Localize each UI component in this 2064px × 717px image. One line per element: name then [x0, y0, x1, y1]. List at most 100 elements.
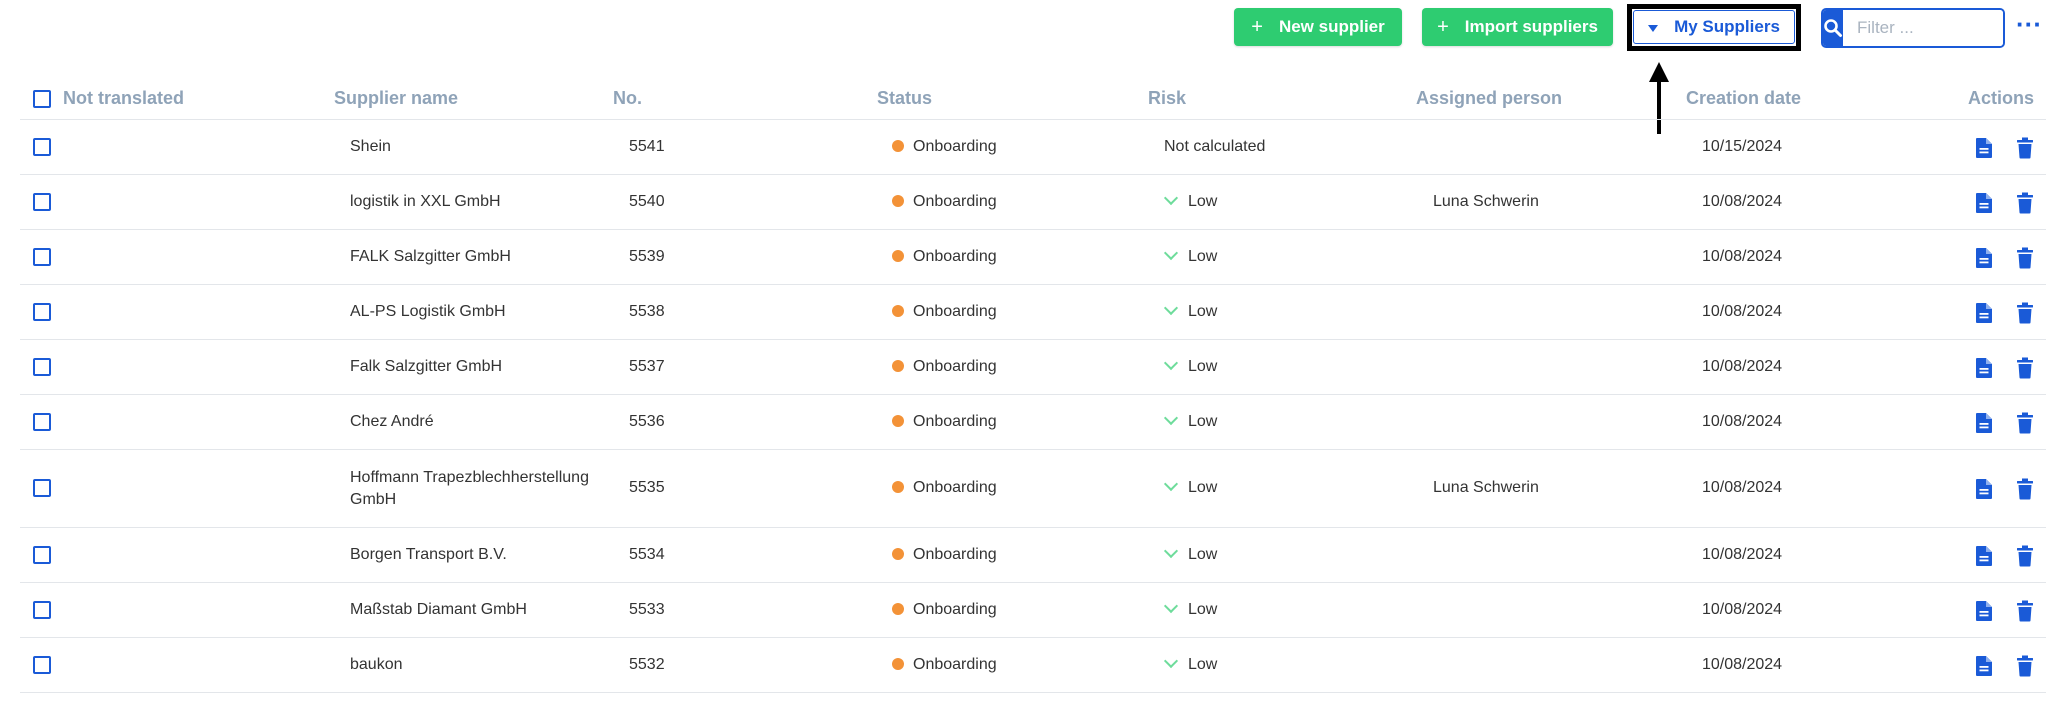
supplier-name-cell[interactable]: FALK Salzgitter GmbH — [350, 248, 511, 266]
header-status[interactable]: Status — [877, 88, 932, 109]
document-icon[interactable] — [1975, 302, 1993, 329]
filter-input[interactable] — [1843, 10, 2003, 46]
supplier-name-cell[interactable]: Borgen Transport B.V. — [350, 546, 507, 564]
supplier-name-cell[interactable]: logistik in XXL GmbH — [350, 193, 501, 211]
document-icon[interactable] — [1975, 478, 1993, 505]
status-label: Onboarding — [913, 600, 997, 618]
row-checkbox[interactable] — [33, 192, 51, 211]
header-assigned-person[interactable]: Assigned person — [1416, 88, 1562, 109]
document-icon[interactable] — [1975, 412, 1993, 439]
trash-icon[interactable] — [2016, 192, 2034, 219]
creation-date-cell: 10/08/2024 — [1702, 479, 1783, 496]
status-dot-icon — [892, 481, 904, 493]
document-icon[interactable] — [1975, 357, 1993, 384]
document-icon[interactable] — [1975, 600, 1993, 627]
trash-icon[interactable] — [2016, 478, 2034, 505]
risk-cell: Low — [1163, 355, 1218, 376]
supplier-number-cell: 5535 — [629, 479, 665, 496]
header-supplier-name[interactable]: Supplier name — [334, 88, 458, 109]
risk-label: Low — [1188, 192, 1218, 210]
table-row[interactable]: logistik in XXL GmbH 5540 Onboarding Low Lun… — [20, 175, 2046, 230]
creation-date-cell: 10/08/2024 — [1702, 247, 1783, 265]
table-body: Shein 5541 Onboarding Not calculated 10/15/2… — [20, 120, 2046, 693]
supplier-number-cell: 5532 — [629, 655, 665, 673]
table-row[interactable]: FALK Salzgitter GmbH 5539 Onboarding Low 10/… — [20, 230, 2046, 285]
supplier-name-cell[interactable]: Chez André — [350, 413, 434, 431]
chevron-down-icon — [1163, 653, 1179, 668]
table-row[interactable]: Borgen Transport B.V. 5534 Onboarding Low 10… — [20, 528, 2046, 583]
trash-icon[interactable] — [2016, 137, 2034, 164]
status-label: Onboarding — [913, 357, 997, 375]
risk-cell: Low — [1163, 410, 1217, 431]
table-row[interactable]: Chez André 5536 Onboarding Low 10/08/2024 — [20, 395, 2046, 450]
select-all-checkbox[interactable] — [33, 90, 51, 108]
supplier-number-cell: 5538 — [629, 302, 665, 320]
my-suppliers-filter-button[interactable]: My Suppliers — [1633, 10, 1795, 44]
table-row[interactable]: AL-PS Logistik GmbH 5538 Onboarding Low 10/0… — [20, 285, 2046, 340]
status-cell: Onboarding — [892, 303, 997, 321]
trash-icon[interactable] — [2016, 600, 2034, 627]
supplier-name-cell[interactable]: baukon — [350, 656, 403, 674]
table-header: Not translated Supplier name No. Status … — [20, 78, 2046, 120]
risk-label: Low — [1188, 357, 1218, 375]
status-dot-icon — [892, 139, 904, 152]
status-cell: Onboarding — [892, 601, 997, 619]
row-checkbox[interactable] — [33, 545, 51, 564]
table-row[interactable]: Shein 5541 Onboarding Not calculated 10/15/2… — [20, 120, 2046, 175]
more-options-icon[interactable]: ··· — [2016, 11, 2042, 37]
table-row[interactable]: Falk Salzgitter GmbH 5537 Onboarding Low 10/… — [20, 340, 2046, 395]
table-row[interactable]: Hoffmann Trapezblechherstellung GmbH 5535… — [20, 450, 2046, 528]
search-button[interactable] — [1823, 10, 1843, 46]
document-icon[interactable] — [1975, 655, 1993, 682]
row-checkbox[interactable] — [33, 357, 51, 376]
header-creation-date[interactable]: Creation date — [1686, 88, 1801, 109]
trash-icon[interactable] — [2016, 412, 2034, 439]
suppliers-table: Not translated Supplier name No. Status … — [20, 78, 2046, 693]
status-label: Onboarding — [913, 655, 997, 673]
header-no[interactable]: No. — [613, 88, 642, 109]
status-dot-icon — [892, 249, 904, 262]
creation-date-cell: 10/08/2024 — [1702, 545, 1783, 563]
header-risk[interactable]: Risk — [1148, 88, 1186, 109]
supplier-name-cell[interactable]: Shein — [350, 138, 391, 156]
risk-label: Low — [1188, 247, 1218, 265]
supplier-name-cell[interactable]: AL-PS Logistik GmbH — [350, 303, 506, 321]
assigned-person-cell: Luna Schwerin — [1433, 479, 1539, 496]
new-supplier-button[interactable]: + New supplier — [1234, 8, 1402, 46]
row-checkbox[interactable] — [33, 137, 51, 156]
trash-icon[interactable] — [2016, 545, 2034, 572]
document-icon[interactable] — [1975, 247, 1993, 274]
table-row[interactable]: Maßstab Diamant GmbH 5533 Onboarding Low 10/… — [20, 583, 2046, 638]
risk-label: Low — [1188, 479, 1218, 496]
supplier-name-cell[interactable]: Hoffmann Trapezblechherstellung GmbH — [350, 467, 610, 511]
status-label: Onboarding — [913, 137, 997, 155]
table-row[interactable]: baukon 5532 Onboarding Low 10/08/2024 — [20, 638, 2046, 693]
import-suppliers-button[interactable]: + Import suppliers — [1422, 8, 1613, 46]
supplier-name-cell[interactable]: Falk Salzgitter GmbH — [350, 358, 502, 376]
trash-icon[interactable] — [2016, 247, 2034, 274]
row-checkbox[interactable] — [33, 247, 51, 266]
trash-icon[interactable] — [2016, 357, 2034, 384]
document-icon[interactable] — [1975, 137, 1993, 164]
creation-date-cell: 10/08/2024 — [1702, 192, 1783, 210]
row-checkbox[interactable] — [33, 479, 51, 497]
plus-icon: + — [1251, 15, 1263, 38]
status-label: Onboarding — [913, 545, 997, 563]
status-cell: Onboarding — [892, 413, 997, 431]
trash-icon[interactable] — [2016, 302, 2034, 329]
chevron-down-icon — [1163, 410, 1179, 425]
creation-date-cell: 10/08/2024 — [1702, 302, 1783, 320]
risk-cell: Low — [1163, 653, 1217, 674]
row-checkbox[interactable] — [33, 412, 51, 431]
status-cell: Onboarding — [892, 193, 997, 211]
trash-icon[interactable] — [2016, 655, 2034, 682]
row-checkbox[interactable] — [33, 302, 51, 321]
row-checkbox[interactable] — [33, 600, 51, 619]
document-icon[interactable] — [1975, 545, 1993, 572]
supplier-name-cell[interactable]: Maßstab Diamant GmbH — [350, 601, 527, 619]
plus-icon: + — [1437, 15, 1449, 38]
creation-date-cell: 10/08/2024 — [1702, 412, 1783, 430]
document-icon[interactable] — [1975, 192, 1993, 219]
row-checkbox[interactable] — [33, 655, 51, 674]
risk-label: Low — [1188, 302, 1218, 320]
